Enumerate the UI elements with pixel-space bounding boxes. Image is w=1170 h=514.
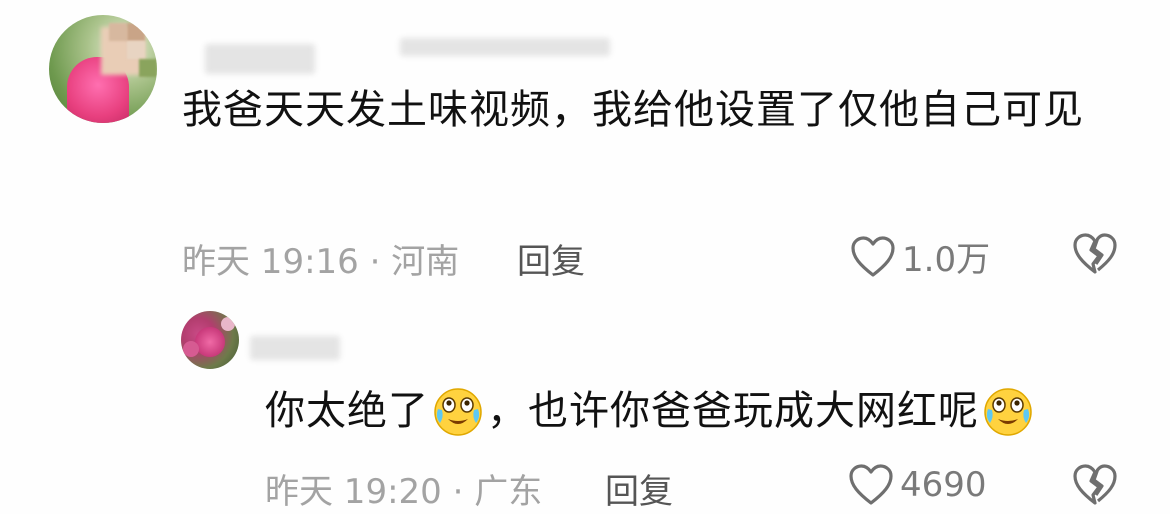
like-button[interactable]: 4690 [848,463,987,507]
like-count: 4690 [900,465,987,505]
reply-button[interactable]: 回复 [605,464,673,513]
username-blurred-tail [400,38,610,56]
broken-heart-icon [1073,464,1117,505]
comment-thread: 我爸天天发土味视频，我给他设置了仅他自己可见 昨天 19:16 · 河南 回复 … [0,0,1170,514]
like-count: 1.0万 [902,240,991,280]
like-button[interactable]: 1.0万 [850,232,990,281]
dislike-button[interactable] [1072,463,1118,511]
username-blurred[interactable] [250,336,340,360]
reply-button[interactable]: 回复 [517,234,585,283]
crying-laughing-face-icon [984,388,1032,436]
avatar[interactable] [49,15,157,123]
dislike-button[interactable] [1072,232,1118,280]
comment-time-location: 昨天 19:20 · 广东 [265,472,543,512]
heart-outline-icon [849,464,893,505]
comment-time-location: 昨天 19:16 · 河南 [182,242,460,282]
comment-text-part: ，也许你爸爸玩成大网红呢 [487,388,979,434]
comment-text-part: 你太绝了 [265,388,429,434]
comment-text: 我爸天天发土味视频，我给他设置了仅他自己可见 [182,87,1084,133]
avatar[interactable] [181,311,239,369]
crying-laughing-face-icon [434,388,482,436]
comment-text: 你太绝了 ，也许你爸爸玩成大网红呢 [265,380,1125,442]
username-blurred[interactable] [205,44,315,74]
broken-heart-icon [1073,233,1117,274]
heart-outline-icon [851,235,895,277]
